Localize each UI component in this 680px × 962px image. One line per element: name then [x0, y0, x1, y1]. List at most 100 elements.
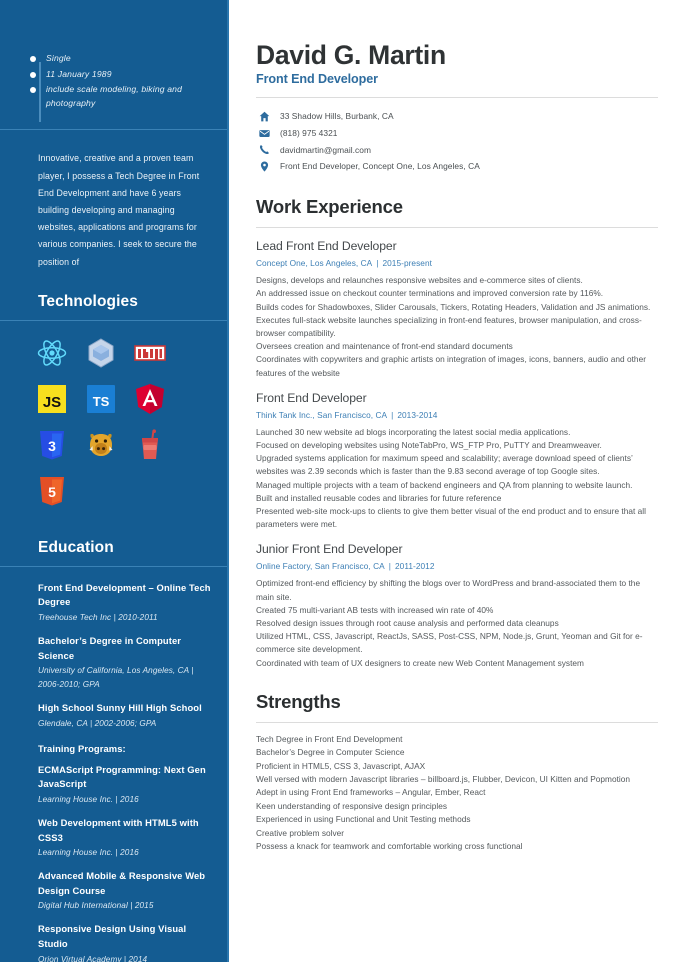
education-subtitle: Glendale, CA | 2002-2006; GPA	[38, 718, 157, 728]
list-item: Created 75 multi-variant AB tests with i…	[256, 604, 494, 615]
education-subtitle: Treehouse Tech Inc | 2010-2011	[38, 612, 158, 622]
job-dates: 2013-2014	[397, 409, 438, 420]
home-icon	[258, 110, 271, 123]
technologies-heading: Technologies	[38, 292, 138, 310]
personal-facts: Single 11 January 1989 include scale mod…	[0, 0, 229, 122]
list-item: Launched 30 new website ad blogs incorpo…	[256, 426, 571, 437]
job-meta: Think Tank Inc., San Francisco, CA | 2013-…	[256, 410, 658, 420]
react-icon	[36, 337, 68, 369]
pug-icon	[85, 429, 117, 461]
list-item: Focused on developing websites using Not…	[256, 440, 602, 451]
contact-text: Front End Developer, Concept One, Los An…	[280, 161, 480, 172]
css3-icon: 3	[36, 429, 68, 461]
job-company: Concept One, Los Angeles, CA	[256, 258, 373, 269]
facts-connector-line	[39, 62, 41, 122]
resume-page: Single 11 January 1989 include scale mod…	[0, 0, 680, 962]
list-item: Upgraded systems application for maximum…	[256, 453, 633, 477]
job-bullets: Optimized front-end efficiency by shifti…	[256, 577, 658, 669]
webpack-icon	[85, 337, 117, 369]
svg-text:TS: TS	[93, 394, 110, 409]
javascript-icon: JS	[36, 383, 68, 415]
list-item: Coordinates with copywriters and graphic…	[256, 354, 646, 378]
job-meta: Concept One, Los Angeles, CA | 2015-presen…	[256, 258, 658, 268]
gulp-icon	[134, 429, 166, 461]
job-entry: Junior Front End Developer Online Factor…	[256, 542, 658, 669]
training-subtitle: Learning House Inc. | 2016	[38, 794, 139, 804]
list-item: Advanced Mobile & Responsive Web Design …	[38, 869, 211, 913]
training-heading: Training Programs:	[38, 742, 126, 754]
list-item: include scale modeling, biking and photo…	[30, 83, 215, 110]
list-item: Builds codes for Shadowboxes, Slider Car…	[256, 301, 651, 312]
svg-text:3: 3	[48, 438, 56, 454]
page-title: David G. Martin	[256, 40, 446, 70]
contact-email-row[interactable]: davidmartin@gmail.com	[258, 142, 658, 159]
job-bullets: Launched 30 new website ad blogs incorpo…	[256, 426, 658, 532]
divider	[256, 227, 658, 229]
job-role-subtitle: Front End Developer	[256, 72, 378, 86]
envelope-icon	[258, 127, 271, 140]
list-item: Resolved design issues through root caus…	[256, 618, 559, 629]
training-subtitle: Digital Hub International | 2015	[38, 901, 154, 911]
contact-position-row: Front End Developer, Concept One, Los An…	[258, 158, 658, 175]
list-item: An addressed issue on checkout counter t…	[256, 288, 604, 299]
list-item: Experienced in using Functional and Unit…	[256, 814, 471, 825]
job-entry: Front End Developer Think Tank Inc., San…	[256, 391, 658, 532]
list-item: Creative problem solver	[256, 827, 345, 838]
angular-icon	[134, 383, 166, 415]
job-entry: Lead Front End Developer Concept One, Lo…	[256, 239, 658, 380]
meta-separator: |	[391, 409, 394, 420]
profile-summary: Innovative, creative and a proven team p…	[38, 153, 200, 267]
list-item: 11 January 1989	[30, 68, 215, 82]
list-item: Bachelor’s Degree in Computer Science	[256, 747, 405, 758]
list-item: Executes full-stack website launches spe…	[256, 314, 642, 338]
contact-text: 33 Shadow Hills, Burbank, CA	[280, 111, 394, 121]
meta-separator: |	[376, 258, 379, 269]
meta-separator: |	[388, 561, 391, 572]
list-item: Single	[30, 52, 215, 66]
phone-icon	[258, 143, 271, 156]
training-title: ECMAScript Programming: Next Gen JavaScr…	[38, 763, 206, 790]
fact-text: include scale modeling, biking and photo…	[46, 84, 182, 108]
education-title: Front End Development – Online Tech Degr…	[38, 581, 211, 608]
list-item: ECMAScript Programming: Next Gen JavaScr…	[38, 763, 211, 807]
list-item: Well versed with modern Javascript libra…	[256, 774, 631, 785]
education-subtitle: University of California, Los Angeles, C…	[38, 666, 194, 690]
job-company: Think Tank Inc., San Francisco, CA	[256, 409, 388, 420]
list-item: Managed multiple projects with a team of…	[256, 479, 633, 490]
work-experience-heading: Work Experience	[256, 196, 403, 218]
list-item: Coordinated with team of UX designers to…	[256, 657, 584, 668]
education-title: Bachelor’s Degree in Computer Science	[38, 634, 182, 661]
list-item: Keen understanding of responsive design …	[256, 800, 448, 811]
svg-text:JS: JS	[43, 394, 61, 411]
job-title: Lead Front End Developer	[256, 239, 397, 254]
job-title: Junior Front End Developer	[256, 542, 403, 557]
training-title: Advanced Mobile & Responsive Web Design …	[38, 870, 206, 896]
list-item: Built and installed reusable codes and l…	[256, 492, 502, 503]
bullet-dot-icon	[30, 71, 36, 78]
education-list: Front End Development – Online Tech Degr…	[0, 567, 229, 962]
list-item: Presented web-site mock-ups to clients t…	[256, 506, 647, 530]
training-title: Web Development with HTML5 with CSS3	[38, 816, 199, 843]
job-company: Online Factory, San Francisco, CA	[256, 561, 385, 572]
training-subtitle: Orion Virtual Academy | 2014	[38, 954, 148, 962]
job-dates: 2015-present	[382, 258, 432, 269]
job-meta: Online Factory, San Francisco, CA | 2011-2…	[256, 561, 658, 571]
job-dates: 2011-2012	[394, 561, 435, 572]
education-heading: Education	[38, 538, 114, 556]
job-title: Front End Developer	[256, 390, 367, 405]
list-item: Front End Development – Online Tech Degr…	[38, 581, 211, 625]
list-item: Tech Degree in Front End Development	[256, 733, 403, 744]
contact-text: davidmartin@gmail.com	[280, 144, 372, 155]
contact-address-row: 33 Shadow Hills, Burbank, CA	[258, 108, 658, 125]
list-item: Adept in using Front End frameworks – An…	[256, 787, 486, 798]
npm-icon	[134, 337, 166, 369]
strengths-heading: Strengths	[256, 690, 341, 712]
list-item: Optimized front-end efficiency by shifti…	[256, 578, 641, 602]
list-item: Utilized HTML, CSS, Javascript, ReactJs,…	[256, 631, 643, 655]
html5-icon: 5	[36, 475, 68, 507]
education-title: High School Sunny Hill High School	[38, 702, 202, 714]
training-subtitle: Learning House Inc. | 2016	[38, 848, 139, 858]
list-item: Oversees creation and maintenance of fro…	[256, 341, 513, 352]
bullet-dot-icon	[30, 56, 36, 62]
svg-text:5: 5	[48, 484, 56, 500]
